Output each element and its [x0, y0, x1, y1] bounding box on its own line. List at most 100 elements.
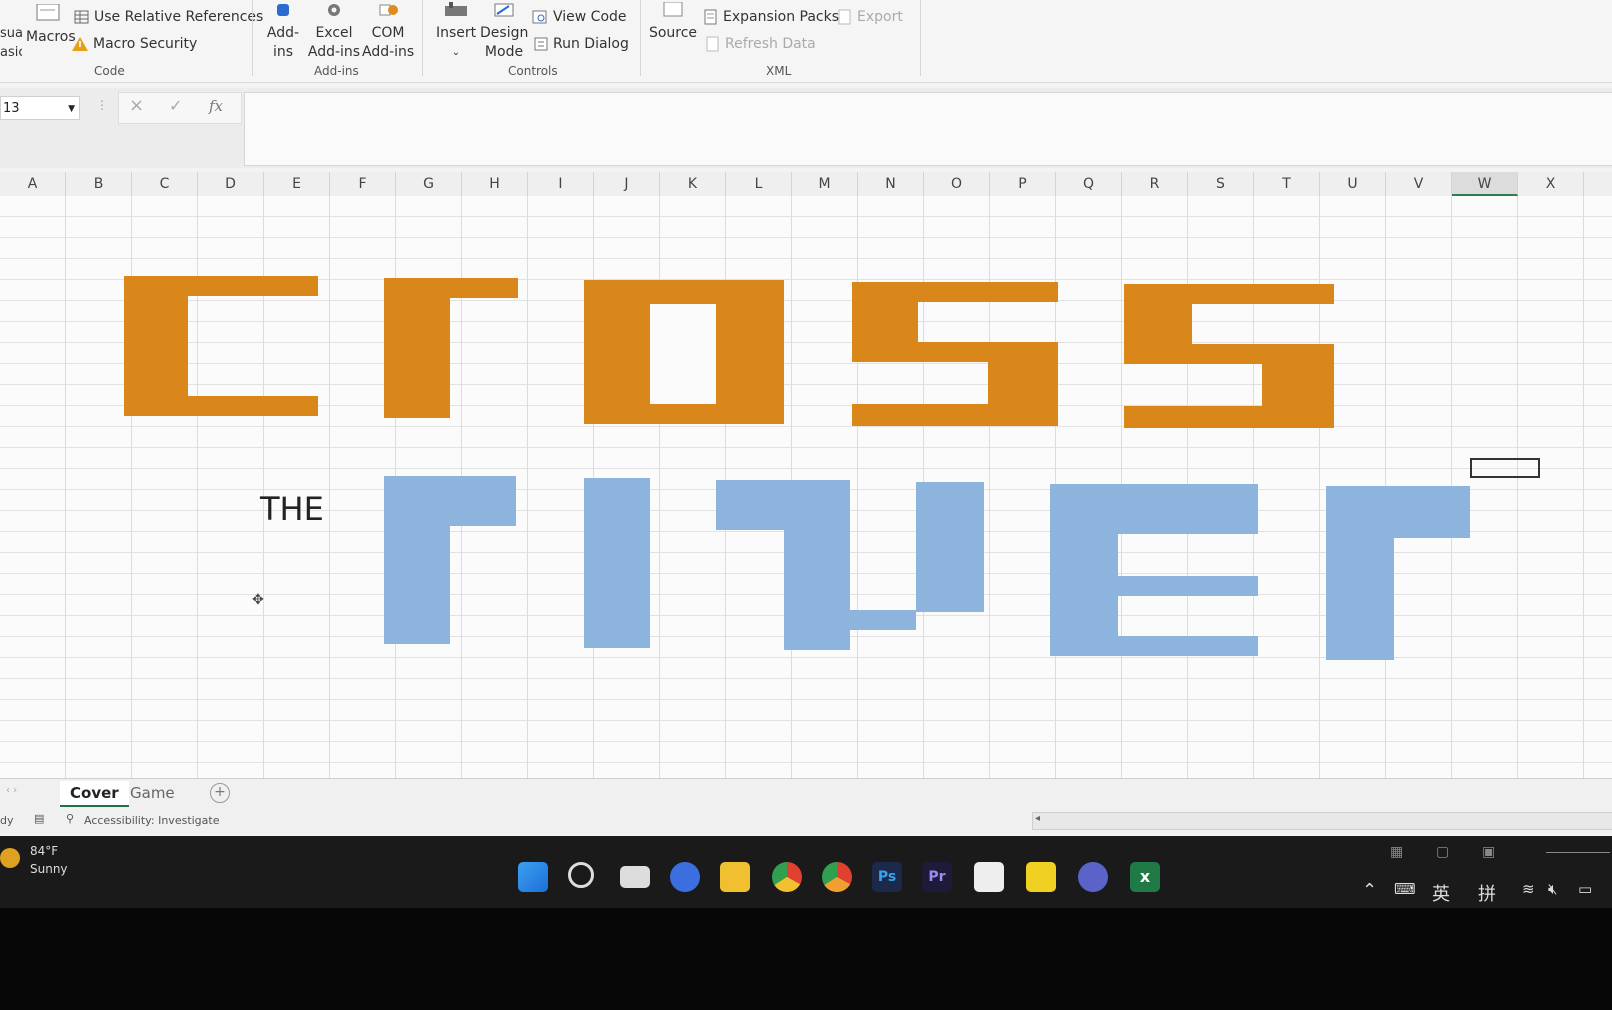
column-header-q[interactable]: Q: [1056, 172, 1122, 196]
formula-input[interactable]: [244, 92, 1612, 166]
worksheet-grid[interactable]: THE ✥: [0, 196, 1612, 778]
design-mode-button[interactable]: Design Mode: [480, 2, 528, 62]
ime-english-toggle[interactable]: 英: [1432, 880, 1450, 906]
addins-button[interactable]: Add- ins: [262, 2, 304, 62]
mute-icon[interactable]: 🔇︎: [1548, 880, 1557, 898]
column-header-e[interactable]: E: [264, 172, 330, 196]
column-header-i[interactable]: I: [528, 172, 594, 196]
wifi-icon[interactable]: ≋: [1522, 880, 1535, 898]
column-header-b[interactable]: B: [66, 172, 132, 196]
column-header-w[interactable]: W: [1452, 172, 1518, 196]
source-icon: [663, 1, 683, 17]
page-break-icon[interactable]: ▣: [1482, 844, 1495, 860]
view-code-button[interactable]: View Code: [532, 9, 627, 25]
run-dialog-icon: [534, 37, 548, 51]
table-icon: [74, 10, 89, 24]
source-button[interactable]: Source: [648, 1, 698, 43]
column-header-f[interactable]: F: [330, 172, 396, 196]
column-header-n[interactable]: N: [858, 172, 924, 196]
windows-icon[interactable]: [518, 862, 548, 892]
letter-v-block: [784, 610, 916, 630]
refresh-data-button[interactable]: Refresh Data: [706, 36, 816, 52]
accessibility-icon[interactable]: ⚲: [66, 812, 74, 825]
insert-control-button[interactable]: Insert ⌄: [436, 2, 476, 62]
letter-e-block: [1050, 636, 1258, 656]
github-icon[interactable]: [1078, 862, 1108, 892]
file-explorer-icon[interactable]: [720, 862, 750, 892]
excel-icon[interactable]: x: [1130, 862, 1160, 892]
battery-icon[interactable]: ▭: [1578, 880, 1592, 898]
task-view-icon[interactable]: [620, 866, 650, 888]
letter-r-block: [384, 278, 518, 298]
add-sheet-icon[interactable]: +: [210, 783, 230, 803]
excel-addins-button[interactable]: Excel Add-ins: [306, 2, 362, 62]
use-relative-references-button[interactable]: Use Relative References: [74, 9, 263, 25]
expansion-packs-icon: [704, 9, 717, 25]
column-header-h[interactable]: H: [462, 172, 528, 196]
letter-r-block: [384, 476, 516, 526]
column-header-x[interactable]: X: [1518, 172, 1584, 196]
accessibility-status[interactable]: Accessibility: Investigate: [84, 814, 220, 827]
export-button[interactable]: Export: [838, 9, 903, 25]
page-layout-icon[interactable]: ▢: [1436, 844, 1449, 860]
selected-cell[interactable]: [1470, 458, 1540, 478]
chevron-up-icon[interactable]: ⌃: [1362, 880, 1377, 901]
letter-o-hole: [650, 304, 716, 404]
zoom-slider[interactable]: [1546, 852, 1610, 853]
ime-pinyin-toggle[interactable]: 拼: [1478, 880, 1496, 906]
column-header-s[interactable]: S: [1188, 172, 1254, 196]
column-header-o[interactable]: O: [924, 172, 990, 196]
premiere-icon[interactable]: Pr: [922, 862, 952, 892]
insert-function-icon[interactable]: fx: [209, 97, 223, 115]
capcut-icon[interactable]: [974, 862, 1004, 892]
chrome-icon[interactable]: [772, 862, 802, 892]
macro-security-button[interactable]: Macro Security: [72, 36, 197, 52]
bezel: [0, 908, 1612, 1010]
expansion-packs-button[interactable]: Expansion Packs: [704, 9, 839, 25]
enter-icon[interactable]: ✓: [169, 96, 182, 115]
formula-bar-more-icon[interactable]: ⋮: [96, 98, 108, 112]
column-header-c[interactable]: C: [132, 172, 198, 196]
meet-icon[interactable]: [670, 862, 700, 892]
normal-view-icon[interactable]: ▦: [1390, 844, 1403, 860]
column-header-l[interactable]: L: [726, 172, 792, 196]
gear-icon: [328, 4, 340, 16]
column-header-j[interactable]: J: [594, 172, 660, 196]
sticky-notes-icon[interactable]: [1026, 862, 1056, 892]
column-header-t[interactable]: T: [1254, 172, 1320, 196]
com-addins-button[interactable]: COM Add-ins: [362, 2, 414, 62]
run-dialog-button[interactable]: Run Dialog: [534, 36, 629, 52]
column-header-u[interactable]: U: [1320, 172, 1386, 196]
column-header-k[interactable]: K: [660, 172, 726, 196]
letter-i-block: [584, 478, 650, 648]
column-header-p[interactable]: P: [990, 172, 1056, 196]
column-header-m[interactable]: M: [792, 172, 858, 196]
crosshair-cursor-icon: ✥: [252, 592, 264, 608]
ribbon: sual asic Macros Use Relative References…: [0, 0, 1612, 83]
column-header-g[interactable]: G: [396, 172, 462, 196]
view-code-icon: [532, 10, 547, 24]
column-header-a[interactable]: A: [0, 172, 66, 196]
sheet-tab-cover[interactable]: Cover: [60, 781, 129, 807]
macros-button[interactable]: Macros: [26, 3, 76, 47]
column-header-r[interactable]: R: [1122, 172, 1188, 196]
column-headers: ABCDEFGHIJKLMNOPQRSTUVWX: [0, 172, 1612, 197]
macro-record-icon[interactable]: ▤: [34, 812, 44, 825]
letter-s-block: [1124, 406, 1334, 428]
search-icon[interactable]: [568, 862, 594, 888]
name-box[interactable]: 13 ▼: [0, 96, 80, 120]
sheet-tab-bar: ‹ › Cover Game +: [0, 778, 1612, 809]
sheet-tab-game[interactable]: Game: [120, 781, 185, 805]
keyboard-icon[interactable]: ⌨: [1394, 880, 1416, 898]
refresh-data-label: Refresh Data: [725, 36, 816, 52]
chevron-down-icon[interactable]: ▼: [68, 97, 75, 121]
scroll-tabs-icon[interactable]: ‹ ›: [6, 785, 17, 796]
column-header-d[interactable]: D: [198, 172, 264, 196]
scroll-left-icon[interactable]: ◂: [1035, 813, 1040, 824]
visual-basic-button[interactable]: sual asic: [0, 24, 22, 62]
horizontal-scrollbar[interactable]: ◂: [1032, 812, 1612, 830]
column-header-v[interactable]: V: [1386, 172, 1452, 196]
photoshop-icon[interactable]: Ps: [872, 862, 902, 892]
cancel-icon[interactable]: ×: [129, 95, 144, 116]
chrome-dev-icon[interactable]: [822, 862, 852, 892]
